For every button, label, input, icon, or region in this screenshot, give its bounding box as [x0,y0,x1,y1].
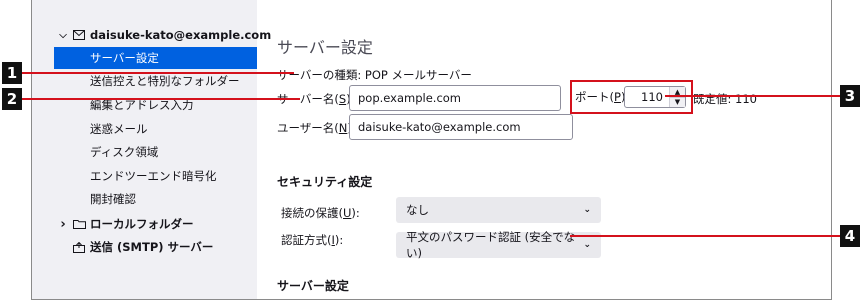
smtp-label: 送信 (SMTP) サーバー [90,240,214,254]
account-label: daisuke-kato@example.com [90,28,272,42]
outbox-icon [72,241,86,253]
expand-chevron-icon[interactable]: ⌵ [58,30,68,41]
account-sidebar: ⌵ daisuke-kato@example.com サーバー設定 送信控えと特… [32,0,271,299]
sidebar-item-disk-space[interactable]: ディスク領域 [54,141,257,163]
port-spinner[interactable]: 110 ▲ ▼ [624,86,686,108]
callout-line-3 [665,95,841,97]
auth-method-label: 認証方式(I): [281,233,344,247]
port-label: ポート(P): [575,90,629,104]
expand-chevron-icon[interactable]: › [58,217,68,232]
server-settings-panel: サーバー設定 サーバーの種類: POP メールサーバー サーバー名(S): po… [257,0,831,299]
port-value[interactable]: 110 [625,90,669,104]
server-name-input[interactable]: pop.example.com [349,85,561,111]
folder-icon [72,218,86,230]
sidebar-item-server-settings[interactable]: サーバー設定 [54,47,257,69]
local-folders-tree-item[interactable]: › ローカルフォルダー [58,215,194,233]
page-title: サーバー設定 [277,38,373,57]
sidebar-item-e2e-encryption[interactable]: エンドツーエンド暗号化 [54,165,257,187]
spin-down-icon[interactable]: ▼ [670,96,685,107]
callout-badge-4: 4 [840,225,860,247]
server-type-label: サーバーの種類: POP メールサーバー [277,68,472,82]
chevron-down-icon: ⌄ [583,205,591,215]
connection-security-select[interactable]: なし ⌄ [396,197,601,223]
user-name-label: ユーザー名(N): [277,121,356,135]
local-folders-label: ローカルフォルダー [90,217,194,231]
port-highlight-box: ポート(P): 110 ▲ ▼ [570,80,693,114]
callout-badge-2: 2 [2,88,22,110]
mail-icon [72,29,86,41]
callout-line-4 [570,235,841,237]
chevron-down-icon: ⌄ [583,240,591,250]
smtp-tree-item[interactable]: 送信 (SMTP) サーバー [58,238,213,256]
callout-line-1 [22,72,294,74]
callout-badge-3: 3 [840,85,860,107]
account-settings-window: ⌵ daisuke-kato@example.com サーバー設定 送信控えと特… [31,0,832,300]
server-settings-subheading: サーバー設定 [277,279,349,293]
sidebar-item-junk[interactable]: 迷惑メール [54,118,257,140]
security-settings-heading: セキュリティ設定 [277,175,373,189]
connection-security-label: 接続の保護(U): [281,206,360,220]
account-tree-item[interactable]: ⌵ daisuke-kato@example.com [58,26,271,44]
callout-badge-1: 1 [2,62,22,84]
user-name-input[interactable]: daisuke-kato@example.com [349,114,573,140]
sidebar-item-return-receipts[interactable]: 開封確認 [54,188,257,210]
port-default-label: 既定値: 110 [693,92,757,106]
callout-line-2 [22,98,300,100]
